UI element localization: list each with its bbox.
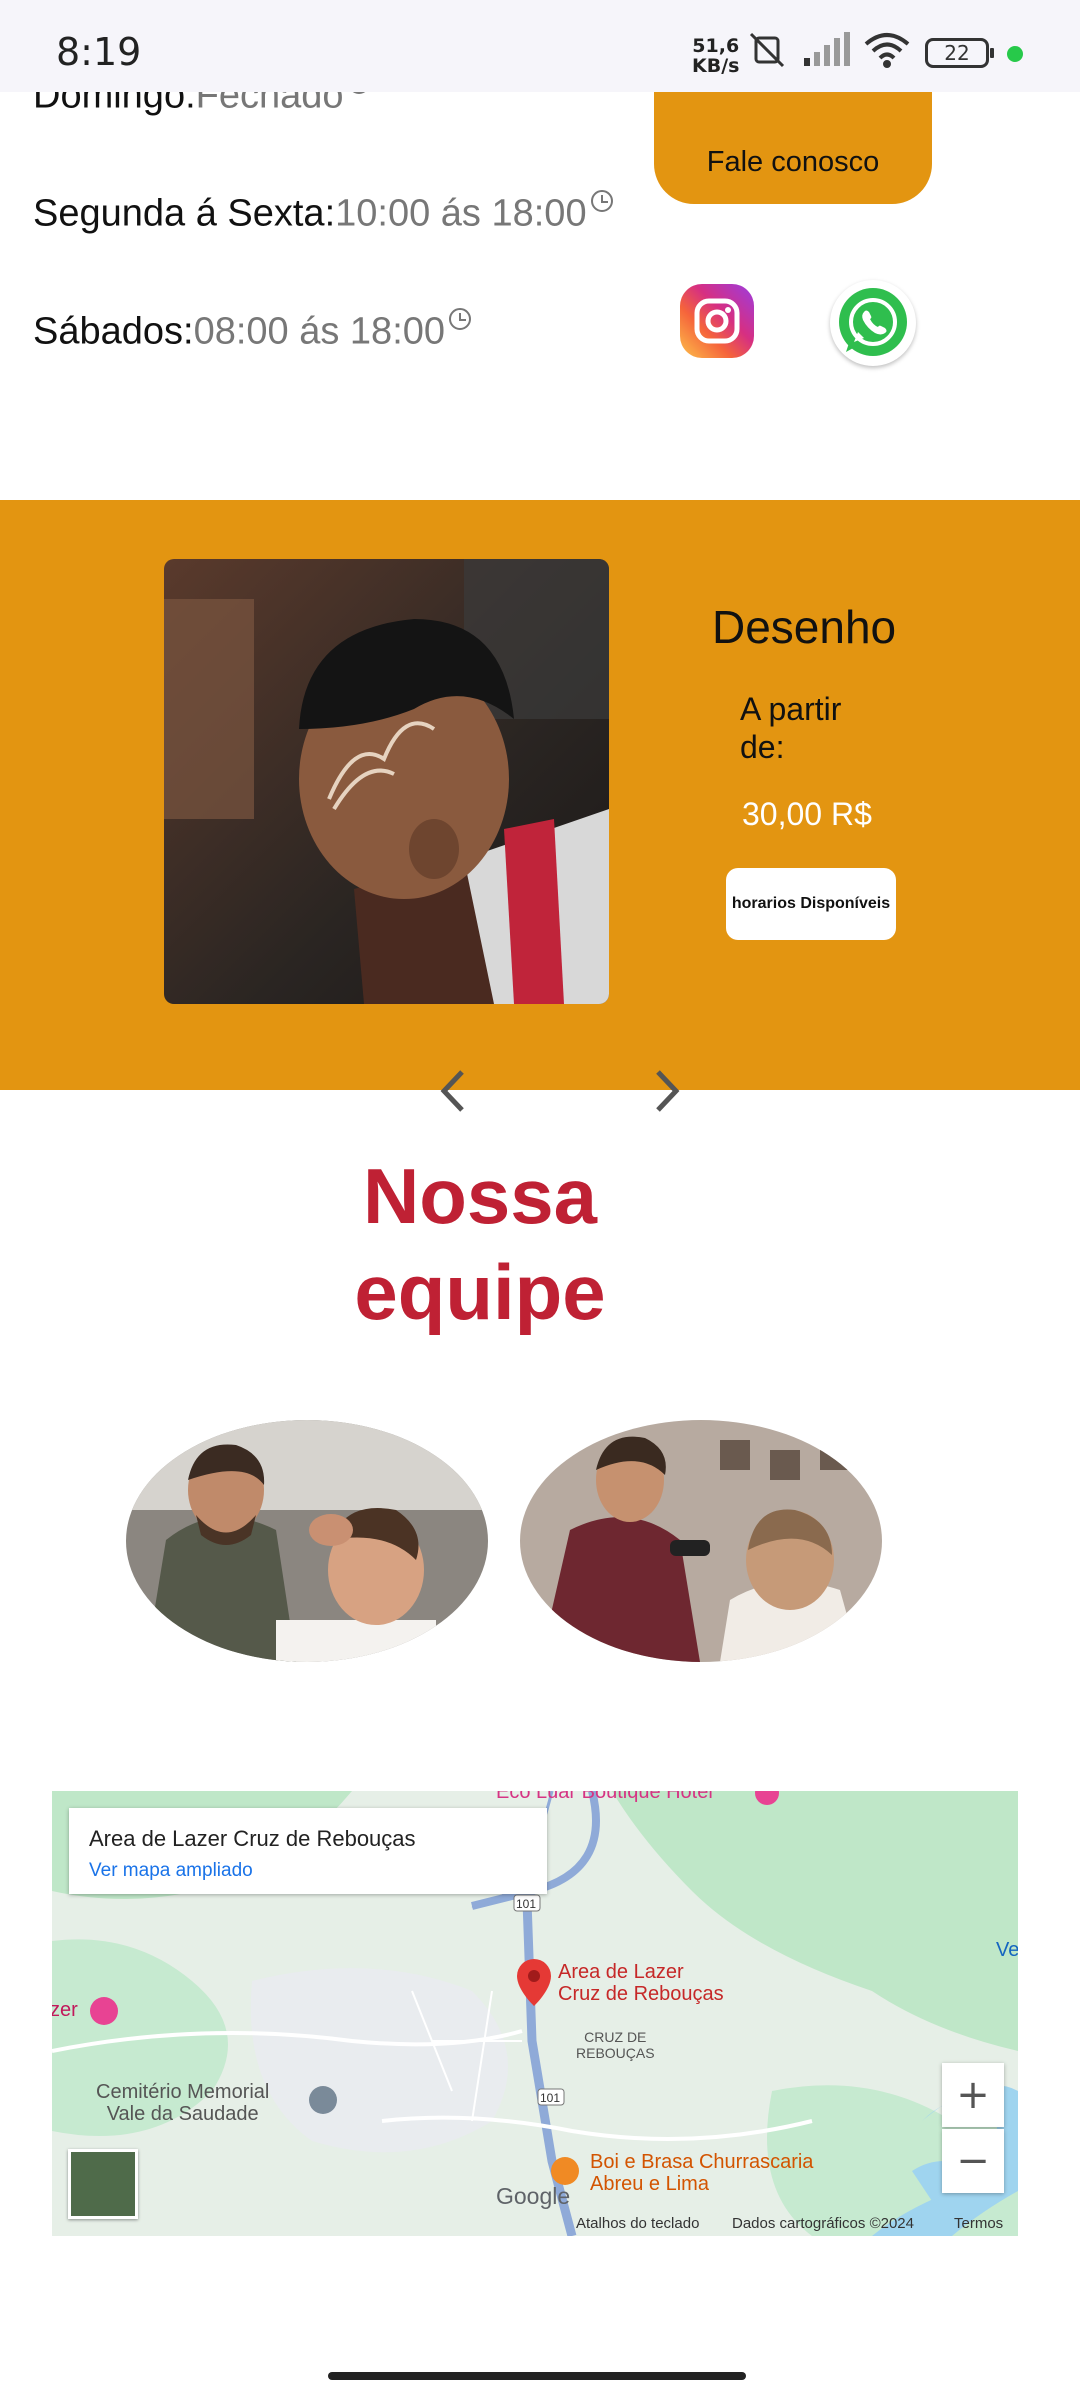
map-data-text: Dados cartográficos ©2024	[732, 2215, 914, 2232]
zoom-out-button[interactable]: −	[942, 2129, 1004, 2193]
hours-weekdays-label: Segunda á Sexta:	[33, 192, 336, 235]
service-photo	[164, 559, 609, 1004]
map-label-left-edge: zer	[52, 1999, 78, 2021]
map-footer: Atalhos do teclado Dados cartográficos ©…	[52, 2210, 1018, 2236]
map-marker-label-line1: Area de Lazer	[558, 1961, 684, 1983]
status-time: 8:19	[56, 30, 142, 74]
team-title: Nossa equipe	[0, 1148, 960, 1340]
keyboard-shortcuts-link[interactable]: Atalhos do teclado	[576, 2215, 699, 2232]
map-label-hotel: Eco Luar Boutique Hotel	[496, 1791, 713, 1803]
google-logo: Google	[496, 2183, 571, 2209]
gesture-home-bar[interactable]	[328, 2372, 746, 2380]
carousel-next-icon[interactable]	[646, 1066, 686, 1116]
service-carousel: Desenho A partir de: 30,00 R$ horarios D…	[0, 500, 1080, 1090]
team-title-line2: equipe	[354, 1248, 606, 1336]
battery-icon: 22	[925, 38, 994, 68]
map-district-label-line1: CRUZ DE	[584, 2029, 647, 2045]
map-district-label-line2: REBOUÇAS	[576, 2045, 655, 2061]
carousel-prev-icon[interactable]	[434, 1066, 474, 1116]
zoom-in-button[interactable]: +	[942, 2063, 1004, 2127]
map-embed[interactable]: Eco Luar Boutique Hotel zer Ve 101 101 A…	[52, 1791, 1018, 2236]
view-larger-map-link[interactable]: Ver mapa ampliado	[89, 1860, 253, 1882]
instagram-icon[interactable]	[680, 284, 754, 358]
map-cemetery-label-line1: Cemitério Memorial	[96, 2081, 270, 2103]
road-label-1: 101	[516, 1897, 537, 1911]
service-from-label: A partir de:	[740, 691, 842, 765]
hours-weekdays-value: 10:00 ás 18:00	[335, 192, 587, 235]
team-photo-2	[520, 1420, 882, 1662]
available-times-button[interactable]: horarios Disponíveis	[726, 868, 896, 940]
hours-weekdays: Segunda á Sexta:10:00 ás 18:00	[33, 190, 613, 236]
map-restaurant-label: Boi e Brasa Churrascaria Abreu e Lima	[590, 2151, 813, 2195]
clock-icon	[449, 308, 472, 330]
map-restaurant-label-line1: Boi e Brasa Churrascaria	[590, 2151, 814, 2173]
whatsapp-icon[interactable]	[830, 280, 916, 366]
map-marker-label-line2: Cruz de Rebouças	[558, 1983, 724, 2005]
terms-link[interactable]: Termos	[954, 2215, 1003, 2232]
privacy-indicator-dot	[1007, 46, 1023, 62]
road-label-2: 101	[540, 2091, 561, 2105]
signal-icon	[804, 32, 850, 66]
hours-saturday-label: Sábados:	[33, 310, 194, 353]
team-title-line1: Nossa	[362, 1152, 598, 1240]
service-price: 30,00 R$	[742, 796, 872, 832]
mute-vibrate-icon	[749, 32, 785, 68]
map-marker-label: Area de Lazer Cruz de Rebouças	[558, 1961, 724, 2005]
team-photo-1	[126, 1420, 488, 1662]
network-speed: 51,6 KB/s	[692, 36, 739, 76]
clock-icon	[590, 190, 613, 212]
network-speed-value: 51,6	[692, 35, 740, 57]
map-place-name: Area de Lazer Cruz de Rebouças	[89, 1826, 416, 1851]
wifi-icon	[864, 33, 910, 68]
map-place-card: Area de Lazer Cruz de Rebouças Ver mapa …	[69, 1808, 547, 1894]
satellite-toggle[interactable]	[68, 2149, 138, 2219]
map-cemetery-label-line2: Vale da Saudade	[106, 2103, 259, 2125]
network-speed-unit: KB/s	[692, 55, 740, 77]
hours-saturday-value: 08:00 ás 18:00	[193, 310, 446, 353]
map-district-label: CRUZ DE REBOUÇAS	[576, 2029, 655, 2061]
map-label-right-edge: Ve	[996, 1939, 1018, 1961]
service-title: Desenho	[712, 601, 897, 653]
status-bar: 8:19 51,6 KB/s 22	[0, 0, 1080, 92]
map-cemetery-label: Cemitério Memorial Vale da Saudade	[96, 2081, 269, 2125]
map-restaurant-label-line2: Abreu e Lima	[590, 2173, 709, 2195]
hours-saturday: Sábados:08:00 ás 18:00	[33, 308, 472, 354]
